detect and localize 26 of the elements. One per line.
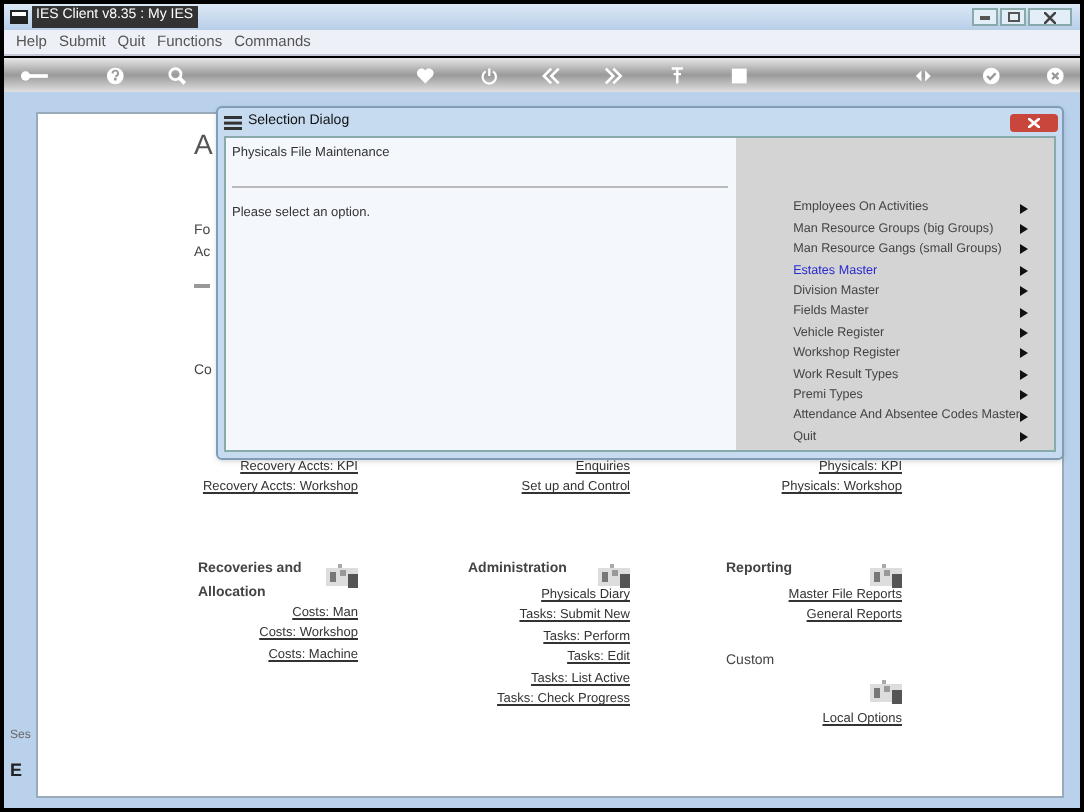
fast-forward-icon[interactable] [604, 65, 624, 85]
page-heading: A [194, 126, 213, 162]
close-button[interactable] [1028, 8, 1072, 26]
close-icon [1028, 117, 1040, 127]
close-icon [1044, 11, 1056, 23]
menu-icon [224, 115, 242, 129]
check-icon[interactable] [982, 65, 1002, 85]
close-button[interactable] [1010, 113, 1058, 131]
module-icon[interactable] [870, 564, 902, 588]
search-icon[interactable] [168, 65, 187, 85]
module-icon[interactable] [326, 564, 358, 588]
key-icon[interactable] [20, 65, 50, 85]
swap-icon[interactable] [914, 65, 933, 85]
pin-icon[interactable] [667, 65, 686, 85]
module-icon[interactable] [870, 680, 902, 705]
heart-icon[interactable] [416, 65, 436, 85]
stop-icon[interactable] [729, 65, 749, 85]
maximize-button[interactable] [1000, 8, 1026, 26]
power-icon[interactable] [479, 65, 498, 85]
app-icon [10, 10, 28, 24]
rewind-icon[interactable] [541, 65, 561, 85]
minimize-button[interactable] [972, 8, 998, 26]
help-icon[interactable] [105, 65, 125, 85]
module-icon[interactable] [598, 564, 630, 588]
text-fragment: E [10, 757, 25, 783]
close-icon[interactable] [1045, 65, 1064, 85]
